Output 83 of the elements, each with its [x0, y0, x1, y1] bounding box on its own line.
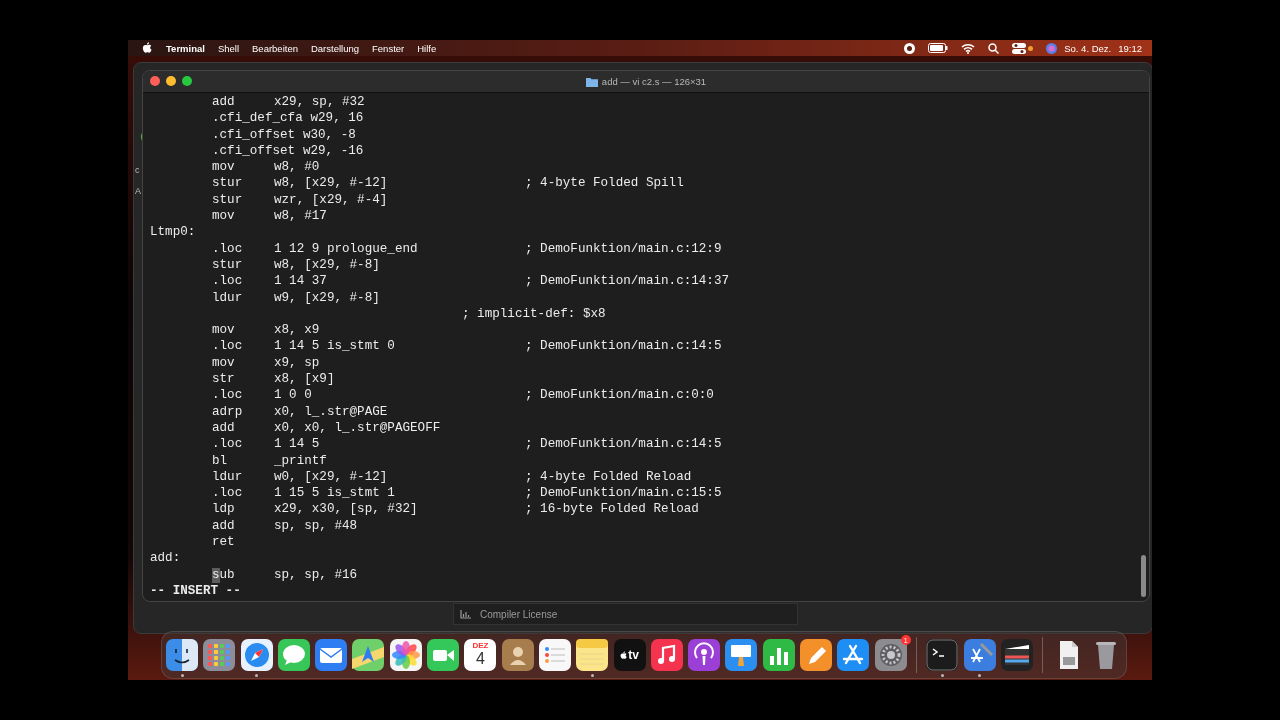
menu-bar-date[interactable]: So. 4. Dez. [1064, 42, 1112, 54]
code-line: .cfi_offset w29, -16 [211, 143, 365, 158]
code-line: ldur w0, [x29, #-12] ; 4-byte Folded Reload [211, 469, 692, 484]
code-line: mov w8, #17 [211, 209, 328, 224]
status-dot-icon [1028, 45, 1034, 51]
window-text: c [135, 165, 140, 175]
code-line: mov w8, #0 [211, 160, 321, 175]
window-text: A [135, 186, 141, 196]
code-line: adrp x0, l_.str@PAGE [211, 404, 389, 419]
bar-chart-icon[interactable] [762, 639, 795, 671]
terminal-icon[interactable] [926, 639, 959, 671]
code-line: .cfi_def_cfa w29, 16 [211, 111, 365, 126]
podium-icon[interactable] [725, 639, 758, 671]
video-camera-icon[interactable] [427, 639, 460, 671]
menu-bar-time[interactable]: 19:12 [1118, 42, 1142, 54]
toggles-icon[interactable] [1012, 42, 1027, 54]
app-grid-icon[interactable] [203, 639, 236, 671]
pencil-icon[interactable] [800, 639, 833, 671]
tv-icon[interactable]: tv [613, 639, 646, 671]
chart-icon [460, 609, 471, 619]
zoom-button[interactable] [182, 76, 192, 86]
code-line: mov x9, sp [211, 355, 321, 370]
hammer-icon[interactable] [963, 639, 996, 671]
menu-item[interactable]: Fenster [372, 42, 405, 54]
podcast-icon[interactable] [688, 639, 721, 671]
code-line: stur w8, [x29, #-8] [211, 257, 381, 272]
code-line: .loc 1 14 5 is_stmt 0 ; DemoFunktion/main.c:14:5 [211, 339, 722, 354]
code-line: ; implicit-def: $x8 [461, 306, 606, 321]
apple-logo-icon[interactable] [142, 42, 152, 54]
battery-icon[interactable] [928, 43, 949, 53]
vim-mode-indicator: -- INSERT -- [150, 583, 241, 598]
code-line: sub sp, sp, #16 [211, 567, 359, 582]
folder-icon [585, 76, 598, 87]
code-line: .loc 1 12 9 prologue_end ; DemoFunktion/main.c:12:9 [211, 241, 722, 256]
code-line: .loc 1 14 37 ; DemoFunktion/main.c:14:37 [211, 274, 730, 289]
chat-bubble-icon[interactable] [277, 639, 310, 671]
code-line: .loc 1 15 5 is_stmt 1 ; DemoFunktion/main.c:15:5 [211, 486, 722, 501]
notepad-icon[interactable] [576, 639, 609, 671]
minimize-button[interactable] [166, 76, 176, 86]
panel-label: Compiler License [480, 608, 558, 620]
address-book-icon[interactable] [501, 639, 534, 671]
close-button[interactable] [150, 76, 160, 86]
code-line: stur w8, [x29, #-12] ; 4-byte Folded Spill [211, 176, 684, 191]
window-title: add — vi c2.s — 126×31 [601, 76, 707, 87]
wifi-icon[interactable] [961, 42, 976, 54]
flower-icon[interactable] [389, 639, 422, 671]
search-icon[interactable] [988, 42, 1000, 54]
orb-icon[interactable] [1046, 42, 1058, 54]
calendar-month: DEZ [472, 641, 489, 650]
code-line: ldp x29, x30, [sp, #32] ; 16-byte Folded Reload [211, 502, 699, 517]
map-icon[interactable] [352, 639, 385, 671]
menu-item[interactable]: Terminal [166, 42, 205, 54]
clapperboard-icon[interactable] [1000, 639, 1033, 671]
code-line: ret [211, 535, 236, 549]
app-store-icon[interactable] [837, 639, 870, 671]
scrollbar[interactable] [1141, 555, 1146, 597]
menu-item[interactable]: Shell [217, 42, 239, 54]
code-line: add sp, sp, #48 [211, 518, 359, 533]
envelope-icon[interactable] [315, 639, 348, 671]
code-line: add x0, x0, l_.str@PAGEOFF [211, 420, 442, 435]
menu-item[interactable]: Darstellung [310, 42, 360, 54]
checklist-icon[interactable] [538, 639, 571, 671]
code-line: bl _printf [211, 453, 328, 468]
record-icon[interactable] [904, 42, 916, 54]
calendar-day: 4 [475, 650, 485, 668]
gear-icon[interactable] [874, 639, 907, 671]
menu-item[interactable]: Hilfe [417, 42, 437, 54]
music-note-icon[interactable] [650, 639, 683, 671]
compass-icon[interactable] [240, 639, 273, 671]
finder-icon[interactable] [166, 639, 198, 671]
code-line: .loc 1 0 0 ; DemoFunktion/main.c:0:0 [211, 388, 714, 403]
code-line: mov x8, x9 [211, 323, 321, 338]
code-line: Ltmp0: [150, 225, 196, 240]
code-line: ldur w9, [x29, #-8] [211, 290, 381, 305]
menu-item[interactable]: Bearbeiten [252, 42, 298, 54]
code-line: .cfi_offset w30, -8 [211, 127, 357, 142]
code-line: stur wzr, [x29, #-4] [211, 192, 389, 207]
panel-tab[interactable]: Compiler License [453, 603, 798, 625]
code-line: str x8, [x9] [211, 372, 336, 387]
code-line: .loc 1 14 5 ; DemoFunktion/main.c:14:5 [211, 437, 722, 452]
calendar-icon[interactable]: DEZ 4 [464, 639, 497, 671]
code-line: add: [150, 551, 181, 566]
code-line: add x29, sp, #32 [211, 95, 366, 109]
